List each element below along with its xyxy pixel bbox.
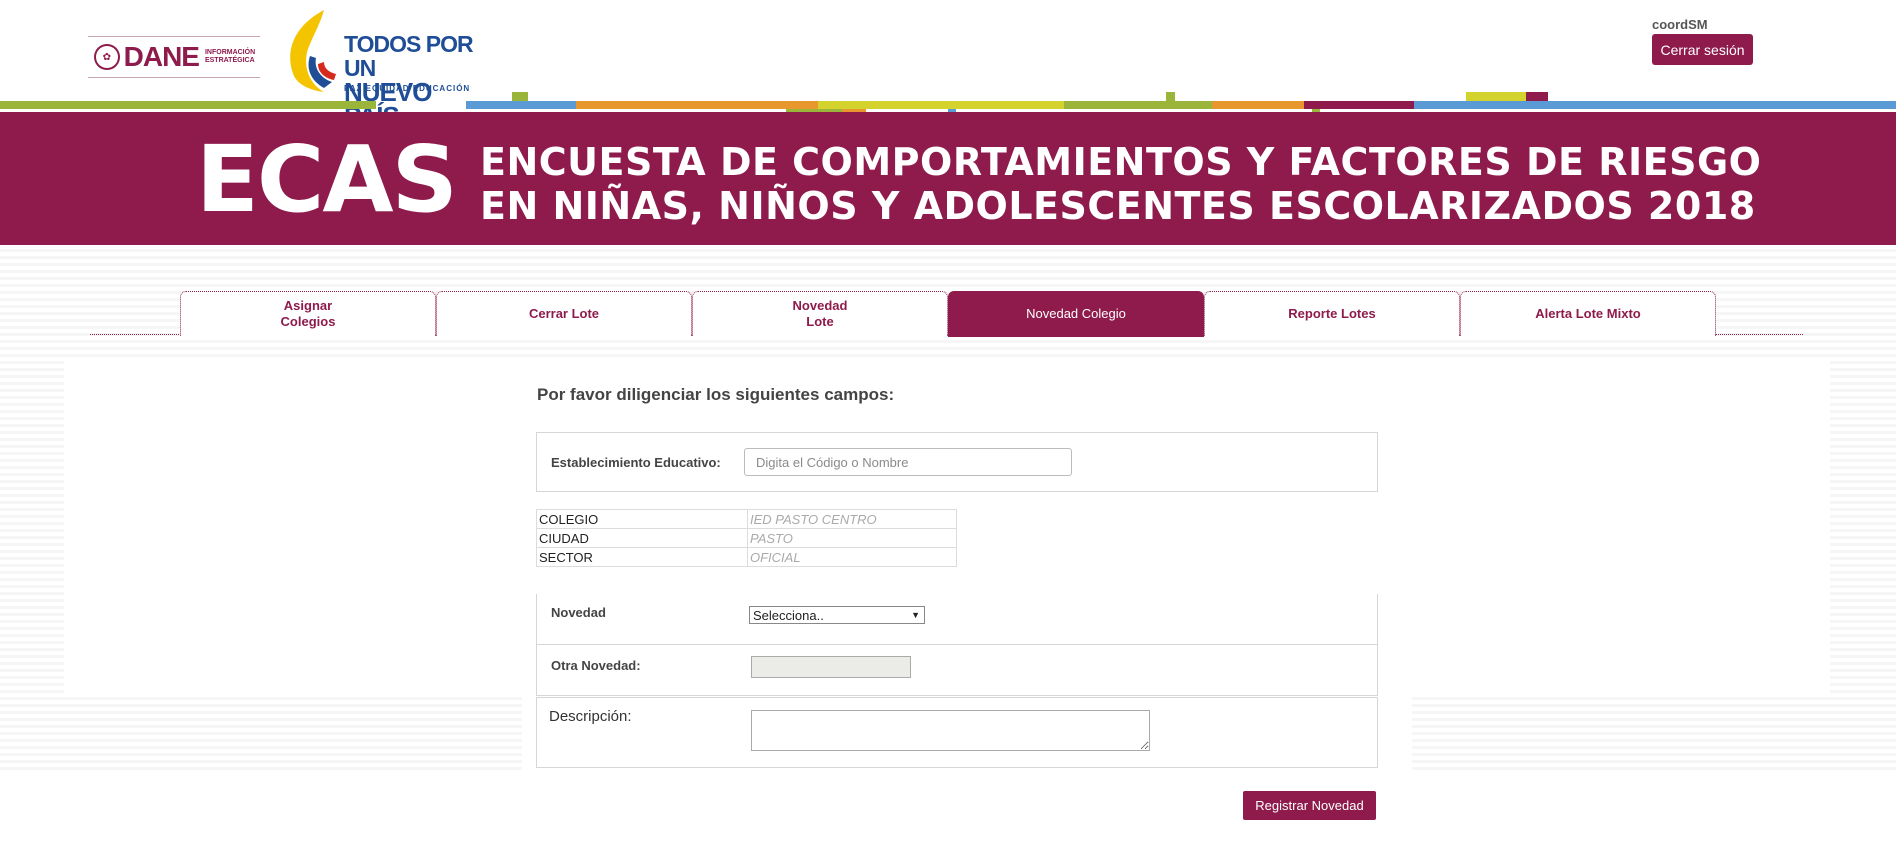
tab-label-line1: Novedad xyxy=(792,298,848,313)
dane-logo: ✿ DANE INFORMACIÓN ESTRATÉGICA xyxy=(88,36,260,78)
info-value: IED PASTO CENTRO xyxy=(747,509,957,529)
table-row: CIUDAD PASTO xyxy=(536,528,957,548)
school-info-table: COLEGIO IED PASTO CENTRO CIUDAD PASTO SE… xyxy=(536,509,957,567)
info-value: PASTO xyxy=(747,528,957,548)
campaign-logo-line1: TODOS POR UN xyxy=(344,31,474,81)
tab-novedad-lote[interactable]: Novedad Lote xyxy=(692,291,948,336)
novedad-label: Novedad xyxy=(551,605,606,620)
establishment-label: Establecimiento Educativo: xyxy=(551,455,721,470)
dropdown-arrow-icon: ▼ xyxy=(911,610,920,620)
otra-novedad-input xyxy=(751,656,911,678)
table-row: COLEGIO IED PASTO CENTRO xyxy=(536,509,957,529)
dane-logo-sub: INFORMACIÓN ESTRATÉGICA xyxy=(204,49,256,64)
info-value: OFICIAL xyxy=(747,547,957,567)
descripcion-label: Descripción: xyxy=(549,708,632,725)
tab-label-line2: Colegios xyxy=(280,314,336,329)
campaign-logo-sub: PAZ EQUIDAD EDUCACIÓN xyxy=(344,84,471,93)
novedad-selected-value: Selecciona.. xyxy=(753,607,824,623)
info-key: COLEGIO xyxy=(536,509,748,529)
tab-alerta-lote-mixto[interactable]: Alerta Lote Mixto xyxy=(1460,291,1716,336)
tab-label-line1: Asignar xyxy=(283,298,333,313)
tab-novedad-colegio[interactable]: Novedad Colegio xyxy=(948,291,1204,337)
dane-seal-icon: ✿ xyxy=(94,44,120,70)
tab-label: Alerta Lote Mixto xyxy=(1535,306,1641,321)
current-user: coordSM xyxy=(1652,17,1708,32)
top-header: ✿ DANE INFORMACIÓN ESTRATÉGICA TODOS POR… xyxy=(0,0,1896,129)
tab-label-line2: Lote xyxy=(806,314,834,329)
establishment-search-input[interactable] xyxy=(744,448,1072,476)
table-row: SECTOR OFICIAL xyxy=(536,547,957,567)
tab-label: Novedad Colegio xyxy=(1026,306,1126,321)
novedad-row xyxy=(536,594,1378,645)
campaign-logo: TODOS POR UN NUEVO PAÍS PAZ EQUIDAD EDUC… xyxy=(284,6,474,129)
tab-label: Cerrar Lote xyxy=(528,306,600,321)
info-key: SECTOR xyxy=(536,547,748,567)
otra-novedad-label: Otra Novedad: xyxy=(551,658,641,673)
registrar-novedad-button[interactable]: Registrar Novedad xyxy=(1243,791,1376,820)
campaign-swoosh-icon xyxy=(290,10,336,92)
tab-asignar-colegios[interactable]: Asignar Colegios xyxy=(180,291,436,336)
otra-novedad-row xyxy=(536,645,1378,696)
tab-cerrar-lote[interactable]: Cerrar Lote xyxy=(436,291,692,336)
logout-button[interactable]: Cerrar sesión xyxy=(1652,34,1753,65)
tab-label: Reporte Lotes xyxy=(1288,306,1376,321)
banner-acronym: ECAS xyxy=(196,126,458,233)
info-key: CIUDAD xyxy=(536,528,748,548)
banner-title: ENCUESTA DE COMPORTAMIENTOS Y FACTORES D… xyxy=(480,140,1762,228)
descripcion-textarea[interactable] xyxy=(751,710,1150,751)
tab-reporte-lotes[interactable]: Reporte Lotes xyxy=(1204,291,1460,336)
novedad-select[interactable]: Selecciona.. ▼ xyxy=(749,606,925,624)
dane-logo-text: DANE xyxy=(123,41,200,72)
form-heading: Por favor diligenciar los siguientes cam… xyxy=(537,385,895,404)
